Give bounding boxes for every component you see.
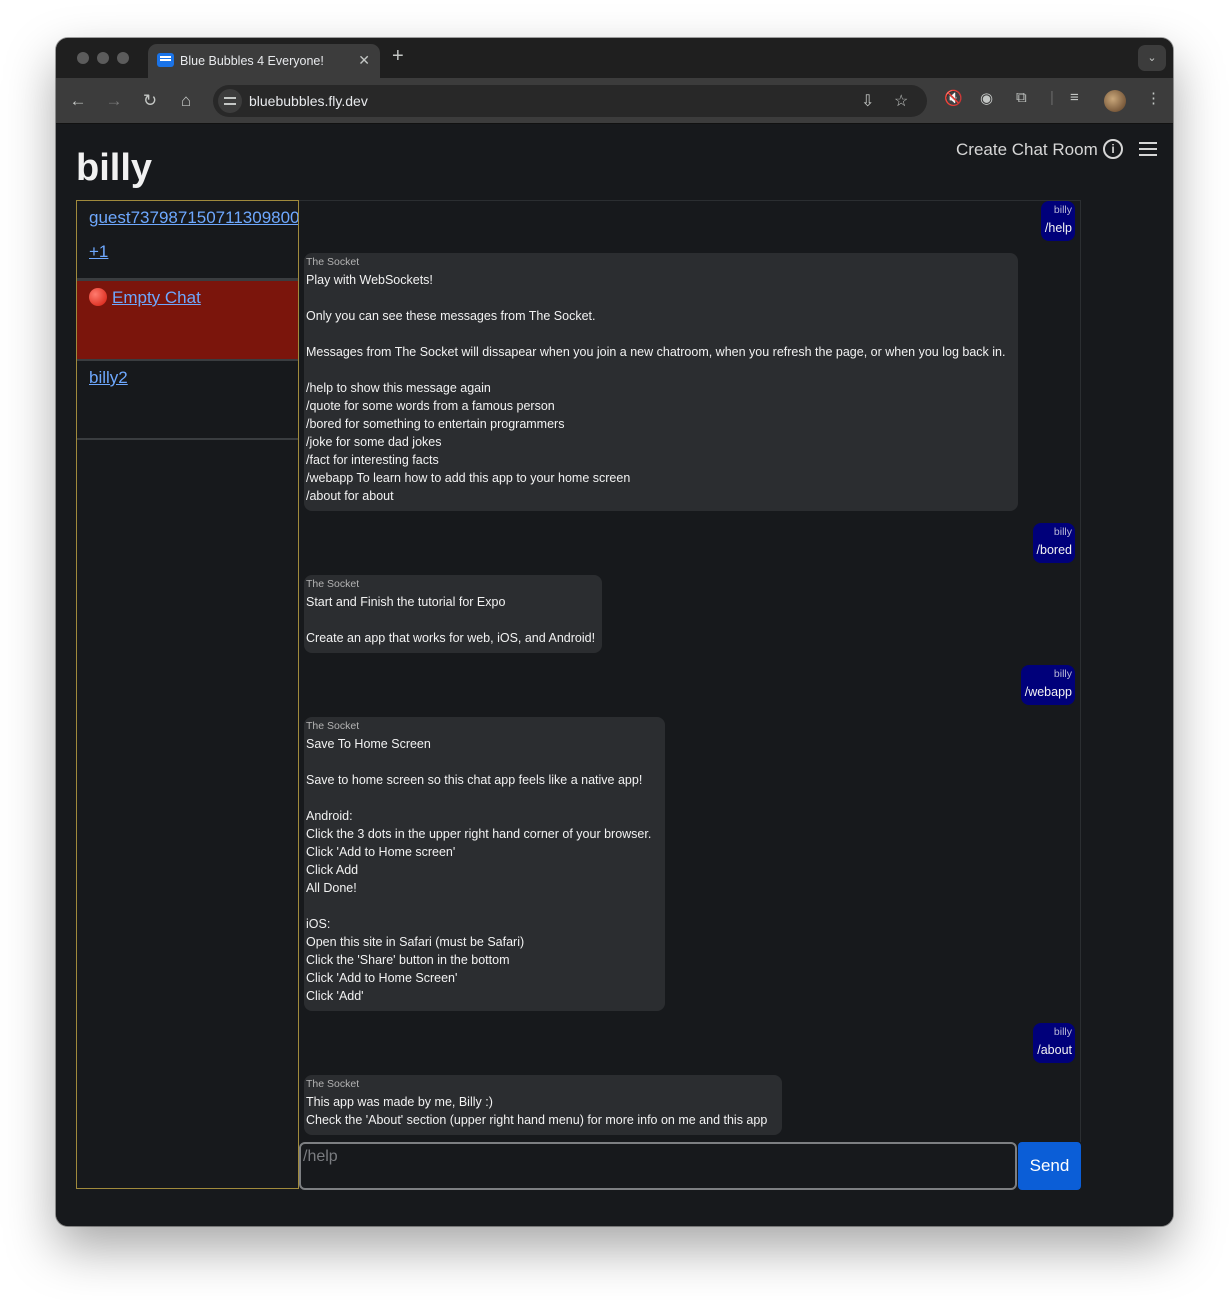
profile-avatar[interactable]	[1104, 90, 1126, 112]
browser-window: Blue Bubbles 4 Everyone! ✕ + ⌄ ← → ↻ ⌂ b…	[56, 38, 1173, 1226]
tab-search-button[interactable]: ⌄	[1138, 45, 1166, 71]
room-item[interactable]: billy2	[77, 361, 298, 440]
room-list: guest7379871507113098000 +1 Empty Chat b…	[76, 200, 299, 1189]
composer: Send	[299, 1142, 1081, 1190]
mute-tab-icon[interactable]: 🔇	[944, 89, 963, 107]
room-link[interactable]: guest7379871507113098000	[77, 201, 298, 228]
new-tab-button[interactable]: +	[392, 45, 404, 68]
message-text: Start and Finish the tutorial for Expo C…	[306, 595, 596, 645]
extensions-puzzle-icon[interactable]: ⧉	[1016, 89, 1027, 106]
reload-icon[interactable]: ↻	[138, 89, 162, 113]
message-sender: The Socket	[306, 578, 360, 590]
red-circle-icon	[89, 288, 107, 306]
chat-bubble-icon	[157, 53, 174, 67]
socket-message: The Socket This app was made by me, Bill…	[304, 1075, 782, 1135]
message-sender: billy	[1053, 1026, 1072, 1038]
create-chat-room-link[interactable]: Create Chat Room	[956, 140, 1098, 160]
message-sender: billy	[1053, 526, 1072, 538]
socket-message: The Socket Save To Home Screen Save to h…	[304, 717, 665, 1011]
unread-badge[interactable]: +1	[77, 228, 298, 262]
close-window-button[interactable]	[77, 52, 89, 64]
message-sender: The Socket	[306, 256, 360, 268]
message-text: This app was made by me, Billy :) Check …	[306, 1095, 768, 1127]
site-settings-icon[interactable]	[218, 89, 242, 113]
toolbar-divider: |	[1050, 89, 1054, 106]
tab-bar: Blue Bubbles 4 Everyone! ✕ + ⌄	[56, 38, 1173, 78]
install-app-icon[interactable]: ⇩	[861, 91, 874, 111]
back-arrow-icon[interactable]: ←	[66, 89, 90, 113]
socket-message: The Socket Start and Finish the tutorial…	[304, 575, 602, 653]
page-title: billy	[76, 147, 153, 189]
info-icon[interactable]: i	[1103, 139, 1123, 159]
own-message: billy /bored	[1032, 523, 1075, 563]
url-text[interactable]: bluebubbles.fly.dev	[249, 93, 368, 109]
home-icon[interactable]: ⌂	[174, 89, 198, 113]
extension-glasses-icon[interactable]: ◉	[980, 89, 993, 107]
own-message: billy /help	[1040, 201, 1075, 241]
socket-message: The Socket Play with WebSockets! Only yo…	[304, 253, 1018, 511]
message-text: Save To Home Screen Save to home screen …	[306, 737, 652, 1003]
tab-title: Blue Bubbles 4 Everyone!	[180, 54, 324, 68]
send-button[interactable]: Send	[1018, 1142, 1081, 1190]
message-text: Play with WebSockets! Only you can see t…	[306, 273, 1006, 503]
forward-arrow-icon[interactable]: →	[102, 89, 126, 113]
message-sender: billy	[1053, 204, 1072, 216]
room-link[interactable]: Empty Chat	[77, 281, 298, 308]
address-bar[interactable]: bluebubbles.fly.dev ⇩ ☆	[213, 85, 927, 117]
browser-tab[interactable]: Blue Bubbles 4 Everyone! ✕	[148, 44, 380, 78]
own-message: billy /webapp	[1020, 665, 1075, 705]
media-control-icon[interactable]: ≡	[1070, 89, 1079, 106]
room-link[interactable]: billy2	[77, 361, 298, 388]
room-item-active[interactable]: Empty Chat	[77, 279, 298, 361]
bookmark-star-icon[interactable]: ☆	[894, 91, 908, 111]
message-sender: billy	[1053, 668, 1072, 680]
zoom-window-button[interactable]	[117, 52, 129, 64]
own-message: billy /about	[1033, 1023, 1075, 1063]
close-icon[interactable]: ✕	[358, 52, 370, 69]
hamburger-menu-icon[interactable]	[1139, 142, 1157, 156]
message-sender: The Socket	[306, 1078, 360, 1090]
message-text: /bored	[1036, 543, 1072, 557]
browser-menu-icon[interactable]: ⋮	[1146, 89, 1161, 107]
message-sender: The Socket	[306, 720, 360, 732]
message-text: /about	[1037, 1043, 1072, 1057]
browser-toolbar: ← → ↻ ⌂ bluebubbles.fly.dev ⇩ ☆ 🔇 ◉ ⧉ | …	[56, 78, 1173, 124]
minimize-window-button[interactable]	[97, 52, 109, 64]
message-input[interactable]	[299, 1142, 1017, 1190]
page-content: billy Create Chat Room i guest7379871507…	[56, 125, 1173, 1226]
message-list: billy /help The Socket Play with WebSock…	[299, 200, 1081, 1142]
message-text: /webapp	[1024, 685, 1072, 699]
room-item[interactable]: guest7379871507113098000 +1	[77, 201, 298, 280]
message-text: /help	[1044, 221, 1072, 235]
